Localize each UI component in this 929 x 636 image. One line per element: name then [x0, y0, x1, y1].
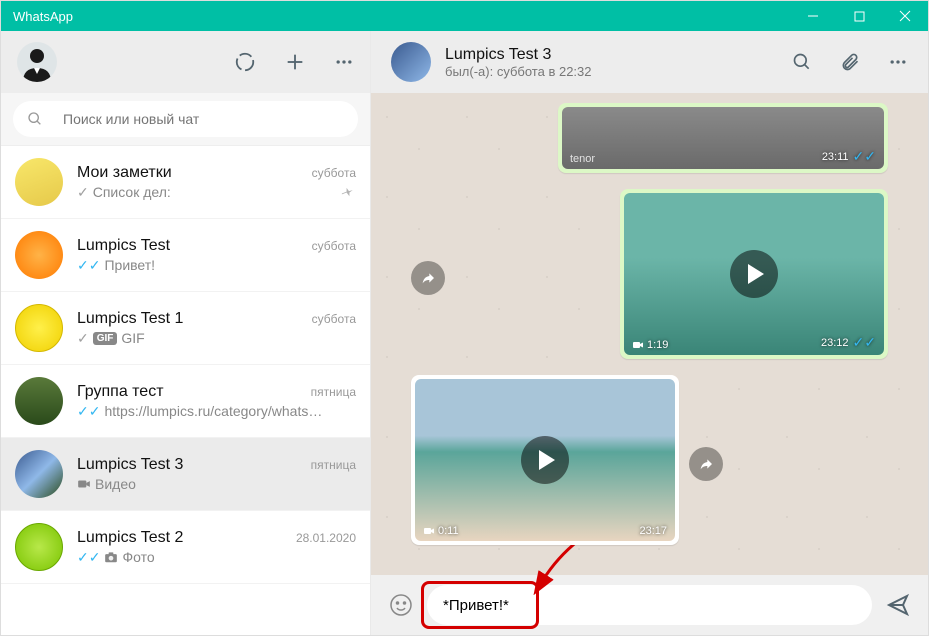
play-icon[interactable] [730, 250, 778, 298]
app-title: WhatsApp [13, 9, 73, 24]
contact-avatar[interactable] [391, 42, 431, 82]
avatar [15, 377, 63, 425]
search-chat-icon[interactable] [792, 52, 812, 72]
chat-item-lumpics-test[interactable]: Lumpics Test суббота ✓✓Привет! [1, 219, 370, 292]
chat-item-lumpics-test-2[interactable]: Lumpics Test 2 28.01.2020 ✓✓ Фото [1, 511, 370, 584]
search-input[interactable] [63, 111, 344, 127]
check-icon: ✓✓ [77, 403, 100, 420]
new-chat-icon[interactable] [284, 51, 306, 73]
video-icon [77, 477, 91, 491]
forward-button[interactable] [689, 447, 723, 481]
avatar [15, 158, 63, 206]
chat-menu-icon[interactable] [888, 52, 908, 72]
send-button[interactable] [886, 593, 910, 617]
avatar [15, 231, 63, 279]
contact-name: Lumpics Test 3 [445, 46, 778, 64]
chat-preview: Видео [95, 476, 136, 492]
avatar [15, 304, 63, 352]
messages-area[interactable]: tenor 23:11 ✓✓ 1:19 23:12 ✓✓ [371, 93, 928, 575]
check-icon: ✓ [77, 330, 89, 347]
msg-time: 23:17 [639, 525, 667, 537]
chat-name: Lumpics Test 2 [77, 529, 183, 547]
maximize-button[interactable] [836, 1, 882, 31]
chat-header[interactable]: Lumpics Test 3 был(-а): суббота в 22:32 [371, 31, 928, 93]
chat-preview: Привет! [104, 257, 155, 273]
chat-time: суббота [312, 312, 356, 326]
attach-icon[interactable] [840, 52, 860, 72]
message-input[interactable] [443, 597, 856, 614]
status-icon[interactable] [234, 51, 256, 73]
sidebar: Мои заметкисуббота ✓Список дел: Lumpics … [1, 31, 371, 635]
titlebar: WhatsApp [1, 1, 928, 31]
close-button[interactable] [882, 1, 928, 31]
chat-panel: Lumpics Test 3 был(-а): суббота в 22:32 [371, 31, 928, 635]
video-icon [423, 525, 435, 537]
chat-time: 28.01.2020 [296, 531, 356, 545]
chat-name: Lumpics Test 3 [77, 456, 183, 474]
camera-icon [104, 550, 118, 564]
forward-button[interactable] [411, 261, 445, 295]
sidebar-header [1, 31, 370, 93]
chat-list: Мои заметкисуббота ✓Список дел: Lumpics … [1, 146, 370, 635]
chat-time: суббота [312, 166, 356, 180]
chat-time: пятница [311, 385, 356, 399]
duration: 1:19 [647, 339, 668, 351]
search-box[interactable] [13, 101, 358, 137]
check-icon: ✓ [77, 184, 89, 201]
chat-item-lumpics-test-1[interactable]: Lumpics Test 1суббота ✓GIF GIF [1, 292, 370, 365]
chat-item-group[interactable]: Группа тест пятница ✓✓https://lumpics.ru/… [1, 365, 370, 438]
msg-time: 23:12 [821, 337, 849, 349]
avatar [15, 523, 63, 571]
check-icon: ✓✓ [77, 549, 100, 566]
message-gif[interactable]: tenor 23:11 ✓✓ [558, 103, 888, 173]
video-icon [632, 339, 644, 351]
chat-preview: Фото [122, 549, 154, 565]
contact-status: был(-а): суббота в 22:32 [445, 64, 778, 79]
chat-name: Группа тест [77, 383, 164, 401]
check-icon: ✓✓ [853, 148, 876, 165]
emoji-icon[interactable] [389, 593, 413, 617]
message-video-2[interactable]: 0:11 23:17 [411, 375, 679, 545]
search-icon [27, 111, 43, 127]
check-icon: ✓✓ [853, 334, 876, 351]
msg-time: 23:11 [822, 151, 849, 163]
minimize-button[interactable] [790, 1, 836, 31]
pin-icon [340, 185, 356, 206]
gif-badge: GIF [93, 332, 118, 345]
search-row [1, 93, 370, 146]
watermark: tenor [570, 153, 595, 165]
duration: 0:11 [438, 525, 459, 537]
chat-time: суббота [312, 239, 356, 253]
chat-preview: Список дел: [93, 184, 171, 200]
chat-item-lumpics-test-3[interactable]: Lumpics Test 3 пятница Видео [1, 438, 370, 511]
compose-bar [371, 575, 928, 635]
compose-input-wrap[interactable] [427, 585, 872, 625]
chat-preview: https://lumpics.ru/category/whats… [104, 403, 322, 419]
chat-item-notes[interactable]: Мои заметки суббота ✓Список дел: [1, 146, 370, 219]
chat-name: Мои заметки [77, 164, 172, 182]
check-icon: ✓✓ [77, 257, 100, 274]
play-icon[interactable] [521, 436, 569, 484]
avatar [15, 450, 63, 498]
message-video-1[interactable]: 1:19 23:12 ✓✓ [620, 189, 888, 359]
chat-time: пятница [311, 458, 356, 472]
chat-name: Lumpics Test 1 [77, 310, 183, 328]
profile-avatar[interactable] [17, 42, 57, 82]
menu-icon[interactable] [334, 52, 354, 72]
chat-name: Lumpics Test [77, 237, 170, 255]
